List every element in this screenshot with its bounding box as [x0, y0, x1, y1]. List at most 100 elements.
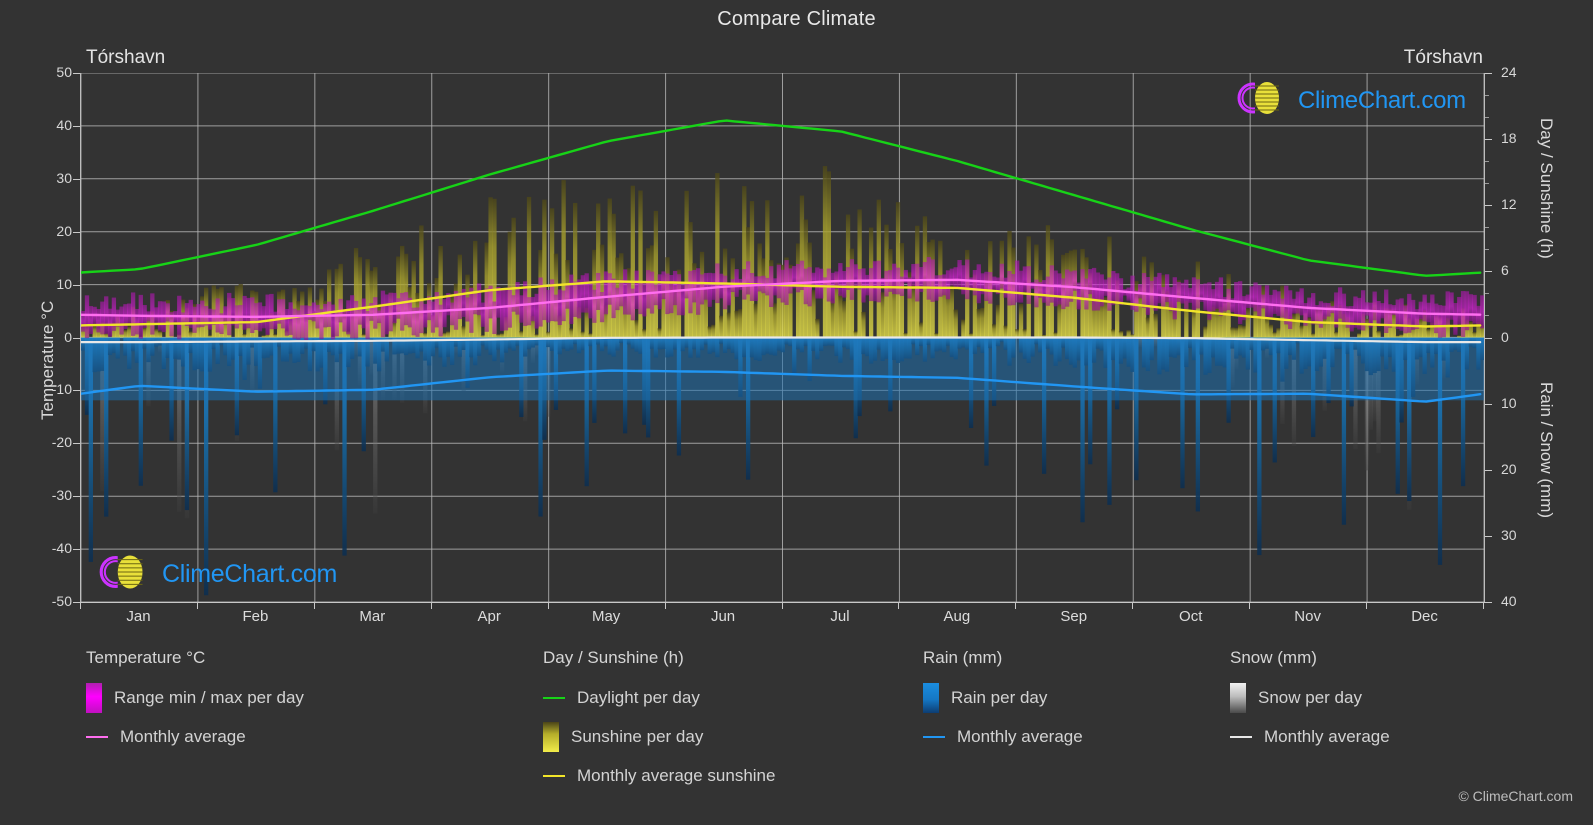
y-tick-mark	[73, 284, 80, 286]
legend-label: Monthly average	[120, 726, 246, 746]
legend-item-snow-average[interactable]: Monthly average	[1230, 721, 1570, 752]
legend-label: Daylight per day	[577, 687, 700, 707]
legend-label: Monthly average	[957, 726, 1083, 746]
climechart-logo-bottom: ClimeChart.com	[95, 553, 337, 596]
x-tick-mark	[1015, 602, 1017, 609]
y-tick-mark	[1484, 205, 1492, 207]
copyright-text: © ClimeChart.com	[1458, 788, 1573, 804]
y-tick-mark	[73, 549, 80, 551]
y-tick-mark	[1484, 403, 1492, 405]
legend-item-sunshine-average[interactable]: Monthly average sunshine	[543, 760, 923, 791]
rain-average-line-icon	[923, 735, 945, 738]
legend-heading: Temperature °C	[86, 648, 206, 667]
x-tick-mark	[1249, 602, 1251, 609]
y-tick-mark	[73, 602, 80, 603]
y-tick-mark	[73, 231, 80, 233]
x-tick-mark	[313, 602, 315, 609]
legend-group-temperature: Temperature °C Range min / max per day M…	[86, 648, 526, 760]
y-tick-mark	[73, 125, 80, 127]
y-tick-temperature: 20	[56, 222, 72, 239]
y-tick-mark	[1484, 139, 1492, 141]
temperature-range-swatch-icon	[86, 682, 102, 713]
legend-group-rain: Rain (mm) Rain per day Monthly average	[923, 648, 1223, 760]
y-tick-temperature: 10	[56, 275, 72, 292]
y-tick-mark	[1484, 602, 1492, 603]
daylight-line	[81, 119, 1482, 277]
y-tick-mark	[73, 496, 80, 498]
legend-label: Monthly average sunshine	[577, 765, 776, 785]
legend-heading: Day / Sunshine (h)	[543, 648, 684, 667]
rain-swatch-icon	[923, 682, 939, 713]
y-tick-mark	[1484, 73, 1492, 74]
y-tick-temperature: -50	[51, 593, 72, 609]
legend-item-temperature-average[interactable]: Monthly average	[86, 721, 526, 752]
x-tick-mark	[898, 602, 900, 609]
y-tick-mark	[73, 178, 80, 180]
temperature-average-line-icon	[86, 735, 108, 738]
logo-mark-icon	[95, 553, 157, 596]
y-tick-temperature: 0	[64, 328, 72, 345]
y-tick-rain: 40	[1501, 593, 1517, 609]
x-tick-nov: Nov	[1294, 608, 1321, 625]
legend-item-snow-per-day[interactable]: Snow per day	[1230, 682, 1570, 713]
x-tick-mark	[664, 602, 666, 609]
y-tick-mark	[1484, 535, 1492, 537]
y-tick-mark	[1484, 469, 1492, 471]
page-title: Compare Climate	[717, 8, 876, 30]
x-tick-jan: Jan	[126, 608, 151, 625]
legend-group-snow: Snow (mm) Snow per day Monthly average	[1230, 648, 1570, 760]
logo-mark-icon	[1233, 80, 1293, 121]
y-tick-mark	[73, 390, 80, 392]
y-tick-day: 24	[1501, 64, 1517, 80]
x-tick-mark	[196, 602, 198, 609]
sunshine-average-line-icon	[543, 774, 565, 777]
y-tick-temperature: -10	[51, 381, 72, 398]
snow-swatch-icon	[1230, 682, 1246, 713]
x-tick-mar: Mar	[359, 608, 386, 625]
legend-item-rain-per-day[interactable]: Rain per day	[923, 682, 1223, 713]
y-tick-rain: 10	[1501, 394, 1517, 411]
y-tick-rain: 20	[1501, 460, 1517, 477]
right-location-label: Tórshavn	[1403, 47, 1483, 68]
left-location-label: Tórshavn	[86, 47, 166, 68]
climate-chart-page: Compare Climate Tórshavn Tórshavn Temper…	[0, 0, 1593, 825]
x-tick-dec: Dec	[1411, 608, 1438, 625]
logo-text: ClimeChart.com	[1298, 86, 1466, 114]
legend-label: Rain per day	[951, 687, 1048, 707]
y-tick-temperature: 50	[56, 64, 72, 80]
x-tick-mark	[430, 602, 432, 609]
legend-label: Monthly average	[1264, 726, 1390, 746]
x-tick-mark	[781, 602, 783, 609]
chart-plot-area[interactable]	[80, 73, 1485, 602]
x-tick-oct: Oct	[1179, 608, 1203, 625]
chart-legend: Temperature °C Range min / max per day M…	[0, 648, 1593, 825]
x-tick-mark	[1132, 602, 1134, 609]
sunshine-swatch-icon	[543, 721, 559, 752]
snow-average-line-icon	[1230, 735, 1252, 738]
x-tick-jun: Jun	[710, 608, 736, 625]
y-tick-mark	[73, 443, 80, 445]
legend-label: Range min / max per day	[114, 687, 304, 707]
x-tick-jul: Jul	[830, 608, 850, 625]
x-tick-sep: Sep	[1060, 608, 1088, 625]
x-tick-feb: Feb	[242, 608, 269, 625]
y-tick-day: 18	[1501, 130, 1517, 147]
y-tick-temperature: -20	[51, 434, 72, 451]
legend-item-rain-average[interactable]: Monthly average	[923, 721, 1223, 752]
y-tick-temperature: -40	[51, 540, 72, 557]
y-tick-day: 6	[1501, 262, 1509, 279]
legend-heading: Snow (mm)	[1230, 648, 1317, 667]
y-tick-mark	[1484, 271, 1492, 273]
y-tick-mark	[73, 73, 80, 74]
x-tick-may: May	[591, 608, 621, 625]
y-tick-day: 0	[1501, 328, 1509, 345]
y-tick-mark	[73, 337, 80, 339]
x-tick-apr: Apr	[477, 608, 501, 625]
legend-item-sunshine[interactable]: Sunshine per day	[543, 721, 923, 752]
chart-svg	[81, 73, 1484, 602]
y-axis-day-sunshine-title: Day / Sunshine (h)	[1537, 118, 1556, 259]
y-tick-rain: 30	[1501, 526, 1517, 543]
legend-item-daylight[interactable]: Daylight per day	[543, 682, 923, 713]
y-tick-mark	[1484, 337, 1492, 339]
legend-item-temperature-range[interactable]: Range min / max per day	[86, 682, 526, 713]
